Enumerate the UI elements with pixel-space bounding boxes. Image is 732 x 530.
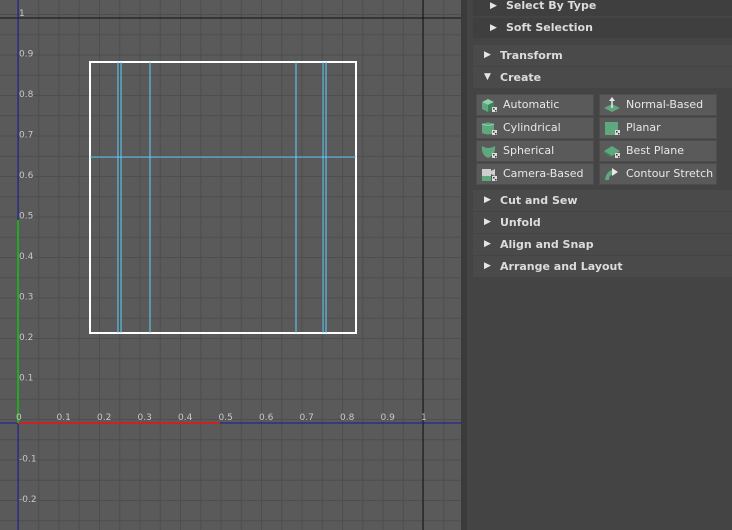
v-tick-label: 1 — [19, 9, 25, 19]
cylindrical-button[interactable]: Cylindrical — [476, 117, 594, 139]
v-tick-label: 0.8 — [19, 90, 34, 100]
section-label: Align and Snap — [500, 238, 594, 251]
section-label: Select By Type — [506, 0, 597, 12]
button-label: Camera-Based — [503, 167, 584, 180]
uv-canvas[interactable]: 0 0.1 0.2 0.3 0.4 0.5 0.6 0.7 0.8 0.9 1 1 0.9 0.8 0.7 0… — [0, 0, 461, 530]
triangle-right-icon: ▶ — [484, 195, 491, 205]
button-label: Automatic — [503, 98, 560, 111]
uv-toolkit-panel: ▶ Select By Type ▶ Soft Selection ▶ Tran… — [467, 0, 732, 530]
u-tick-label: 0.9 — [381, 413, 396, 423]
triangle-right-icon: ▶ — [484, 217, 491, 227]
v-tick-label: 0.7 — [19, 131, 33, 141]
triangle-right-icon: ▶ — [490, 23, 497, 33]
tick-labels: 0 0.1 0.2 0.3 0.4 0.5 0.6 0.7 0.8 0.9 1 1 0.9 0.8 0.7 0… — [16, 9, 427, 505]
automatic-icon — [482, 99, 497, 112]
automatic-button[interactable]: Automatic — [476, 94, 594, 116]
v-tick-label: 0.2 — [19, 333, 33, 343]
v-tick-label: 0.5 — [19, 212, 33, 222]
button-label: Cylindrical — [503, 121, 561, 134]
v-tick-label: 0.1 — [19, 374, 33, 384]
v-tick-label: -0.2 — [19, 495, 37, 505]
spherical-button[interactable]: Spherical — [476, 140, 594, 162]
u-tick-label: 0.5 — [219, 413, 233, 423]
v-tick-label: 0.9 — [19, 50, 34, 60]
triangle-right-icon: ▶ — [484, 239, 491, 249]
section-soft-selection[interactable]: ▶ Soft Selection — [473, 18, 732, 38]
triangle-right-icon: ▶ — [484, 50, 491, 60]
triangle-down-icon: ▼ — [484, 72, 491, 82]
best-plane-icon — [604, 146, 620, 158]
u-tick-label: 0.7 — [300, 413, 314, 423]
section-arrange-and-layout[interactable]: ▶ Arrange and Layout — [473, 256, 732, 277]
planar-icon — [605, 122, 620, 135]
u-tick-label: 0.2 — [97, 413, 111, 423]
button-label: Contour Stretch — [626, 167, 714, 180]
uv-editor-viewport[interactable]: 0 0.1 0.2 0.3 0.4 0.5 0.6 0.7 0.8 0.9 1 1 0.9 0.8 0.7 0… — [0, 0, 461, 530]
section-label: Arrange and Layout — [500, 260, 623, 273]
button-label: Normal-Based — [626, 98, 704, 111]
u-tick-label: 0 — [16, 413, 22, 423]
button-label: Best Plane — [626, 144, 685, 157]
best-plane-button[interactable]: Best Plane — [599, 140, 717, 162]
v-tick-label: -0.1 — [19, 455, 37, 465]
triangle-right-icon: ▶ — [490, 1, 497, 11]
u-tick-label: 0.4 — [178, 413, 193, 423]
section-select-by-type[interactable]: ▶ Select By Type — [473, 0, 732, 16]
planar-button[interactable]: Planar — [599, 117, 717, 139]
u-tick-label: 0.3 — [138, 413, 152, 423]
u-tick-label: 0.8 — [340, 413, 355, 423]
cylindrical-icon — [481, 122, 497, 135]
contour-stretch-button[interactable]: Contour Stretch — [599, 163, 717, 185]
contour-stretch-icon — [605, 168, 618, 180]
v-tick-label: 0.4 — [19, 252, 34, 262]
normal-based-button[interactable]: Normal-Based — [599, 94, 717, 116]
v-tick-label: 0.3 — [19, 293, 33, 303]
button-label: Spherical — [503, 144, 555, 157]
section-label: Cut and Sew — [500, 194, 578, 207]
u-tick-label: 0.1 — [57, 413, 71, 423]
section-align-and-snap[interactable]: ▶ Align and Snap — [473, 234, 732, 255]
section-transform[interactable]: ▶ Transform — [473, 45, 732, 66]
section-label: Soft Selection — [506, 21, 593, 34]
section-unfold[interactable]: ▶ Unfold — [473, 212, 732, 233]
section-label: Create — [500, 71, 542, 84]
u-tick-label: 1 — [421, 413, 427, 423]
normal-based-icon — [604, 97, 620, 112]
section-cut-and-sew[interactable]: ▶ Cut and Sew — [473, 190, 732, 211]
section-label: Unfold — [500, 216, 541, 229]
camera-based-button[interactable]: Camera-Based — [476, 163, 594, 185]
u-tick-label: 0.6 — [259, 413, 274, 423]
camera-based-icon — [482, 169, 497, 181]
section-label: Transform — [500, 49, 563, 62]
uv-shell-outline[interactable] — [89, 61, 357, 334]
v-tick-label: 0.6 — [19, 171, 34, 181]
button-label: Planar — [626, 121, 661, 134]
spherical-icon — [481, 146, 497, 158]
triangle-right-icon: ▶ — [484, 261, 491, 271]
section-create[interactable]: ▼ Create — [473, 67, 732, 88]
